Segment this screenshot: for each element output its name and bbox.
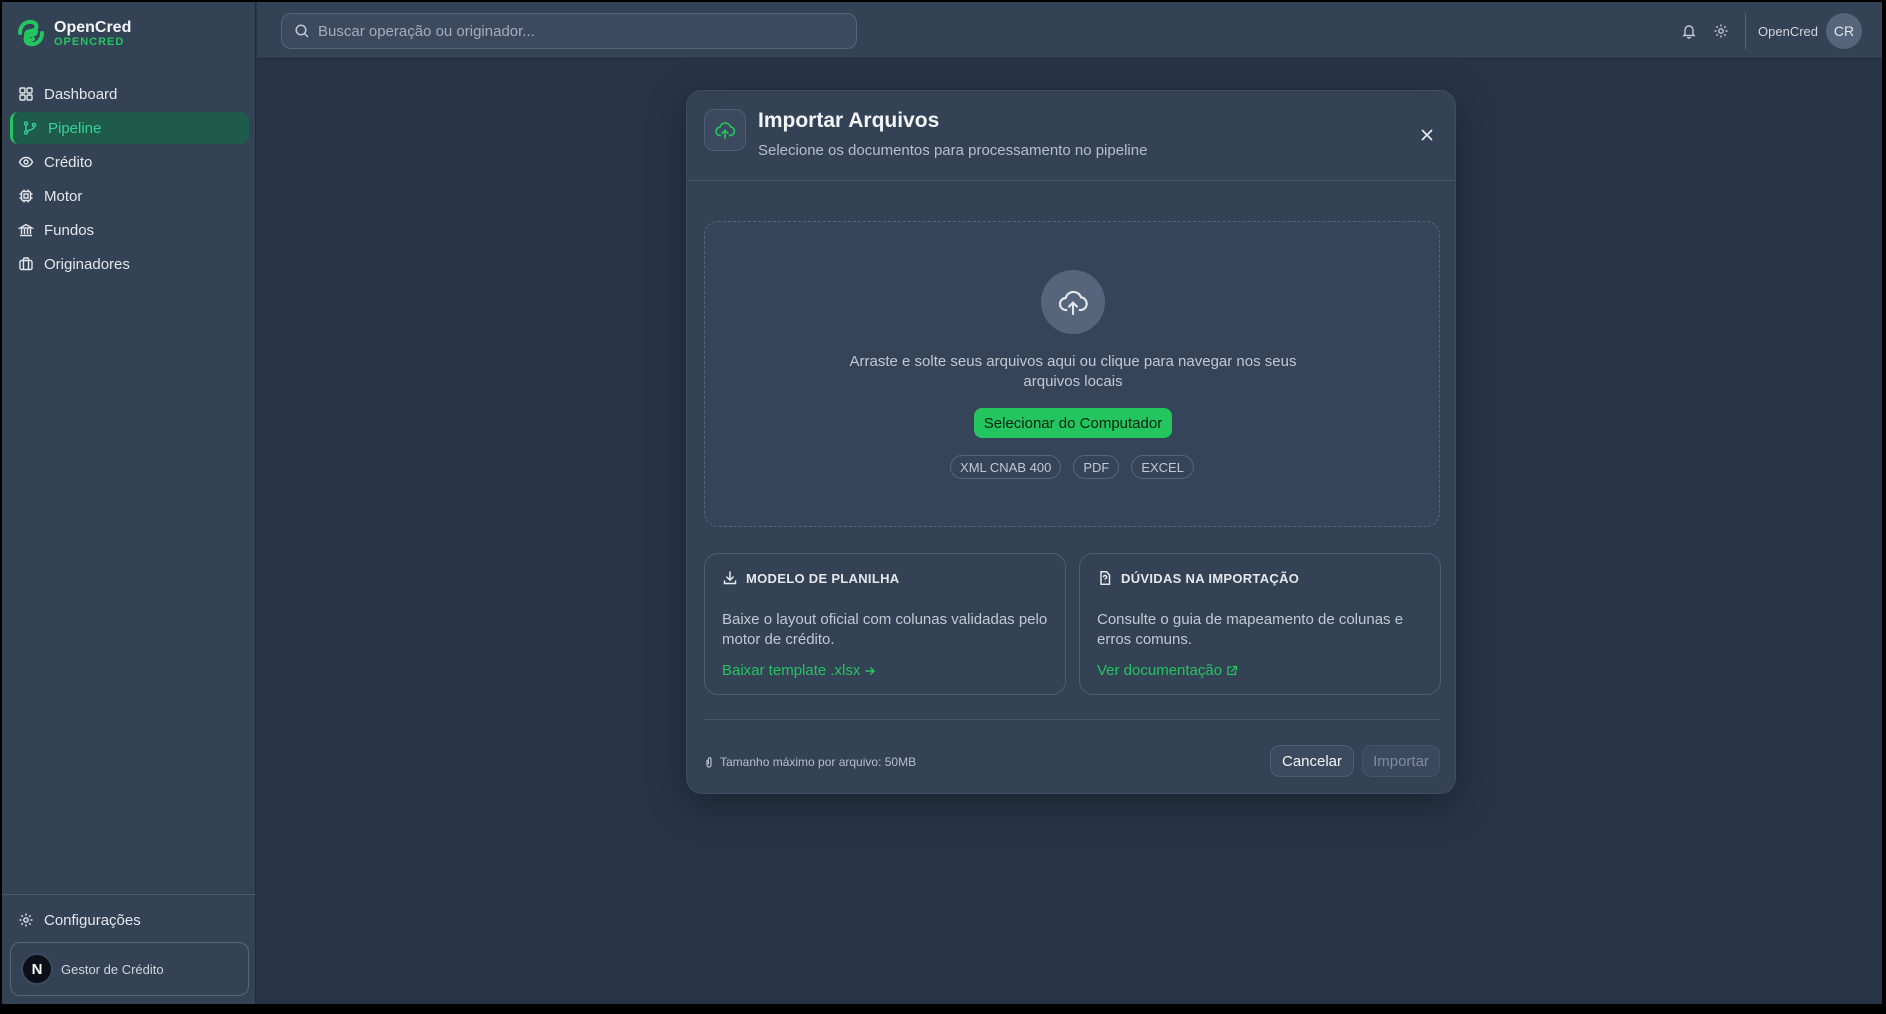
gear-icon xyxy=(19,913,33,927)
sidebar-item-fundos[interactable]: Fundos xyxy=(10,214,249,246)
modal-subtitle: Selecione os documentos para processamen… xyxy=(758,142,1148,159)
topbar-divider xyxy=(1745,13,1747,49)
format-tag-excel: EXCEL xyxy=(1131,455,1194,479)
sidebar-item-label: Pipeline xyxy=(48,119,102,137)
paperclip-icon xyxy=(706,757,712,768)
help-card-text: Consulte o guia de mapeamento de colunas… xyxy=(1097,611,1404,648)
select-from-computer-button[interactable]: Selecionar do Computador xyxy=(974,408,1172,438)
avatar: N xyxy=(21,953,53,985)
brand-subtitle: OPENCRED xyxy=(54,35,125,48)
template-card: MODELO DE PLANILHA Baixe o layout oficia… xyxy=(704,553,1066,695)
top-user-name: OpenCred xyxy=(1758,23,1818,39)
gear-icon xyxy=(1714,24,1728,38)
opencred-logo-icon xyxy=(18,19,44,47)
settings-label: Configurações xyxy=(44,911,141,929)
sidebar-settings: Configurações xyxy=(10,904,249,938)
download-template-label: Baixar template .xlsx xyxy=(722,662,861,679)
sidebar-nav: Dashboard Pipeline Crédito Motor Fundos … xyxy=(10,78,249,282)
sidebar-item-label: Motor xyxy=(44,187,83,205)
import-modal: Importar Arquivos Selecione os documento… xyxy=(686,90,1456,794)
format-tag-pdf: PDF xyxy=(1073,455,1120,479)
search-icon xyxy=(295,24,309,38)
sidebar-item-label: Fundos xyxy=(44,221,95,239)
format-tag-cnab: XML CNAB 400 xyxy=(950,455,1062,479)
close-icon xyxy=(1421,129,1433,141)
cloud-upload-icon xyxy=(1058,290,1088,316)
template-card-header: MODELO DE PLANILHA xyxy=(722,570,899,586)
git-branch-icon xyxy=(23,121,37,135)
sidebar-item-originadores[interactable]: Originadores xyxy=(10,248,249,280)
sidebar-item-label: Dashboard xyxy=(44,85,118,103)
user-avatar[interactable]: CR xyxy=(1826,13,1862,49)
topbar: OpenCred CR xyxy=(257,2,1882,59)
top-actions: OpenCred CR xyxy=(1671,12,1862,50)
settings-button[interactable] xyxy=(1707,17,1735,45)
documentation-link[interactable]: Ver documentação xyxy=(1097,662,1238,679)
sidebar-item-motor[interactable]: Motor xyxy=(10,180,249,212)
max-size-text: Tamanho máximo por arquivo: 50MB xyxy=(720,755,917,769)
download-icon xyxy=(723,571,737,585)
sidebar-item-dashboard[interactable]: Dashboard xyxy=(10,78,249,110)
document-icon xyxy=(1100,571,1111,585)
bank-icon xyxy=(18,223,34,237)
modal-title: Importar Arquivos xyxy=(758,109,940,132)
external-link-icon xyxy=(1227,665,1238,675)
arrow-right-icon xyxy=(865,666,876,675)
grid-icon xyxy=(19,87,33,101)
sidebar-item-label: Originadores xyxy=(44,255,130,273)
sidebar-item-label: Crédito xyxy=(44,153,93,171)
sidebar-item-pipeline[interactable]: Pipeline xyxy=(10,112,249,144)
template-card-title: MODELO DE PLANILHA xyxy=(746,570,900,586)
briefcase-icon xyxy=(19,257,33,271)
sidebar: OpenCred OPENCRED Dashboard Pipeline Cré… xyxy=(2,2,256,1004)
modal-icon xyxy=(704,109,746,151)
help-card-header: DÚVIDAS NA IMPORTAÇÃO xyxy=(1097,570,1299,586)
search-input[interactable] xyxy=(318,22,838,40)
cancel-button[interactable]: Cancelar xyxy=(1270,745,1354,777)
sidebar-item-credito[interactable]: Crédito xyxy=(10,146,249,178)
download-template-link[interactable]: Baixar template .xlsx xyxy=(722,662,876,679)
user-role: Gestor de Crédito xyxy=(61,961,164,977)
help-card: DÚVIDAS NA IMPORTAÇÃO Consulte o guia de… xyxy=(1079,553,1441,695)
template-card-text: Baixe o layout oficial com colunas valid… xyxy=(722,611,1048,648)
max-size-note: Tamanho máximo por arquivo: 50MB xyxy=(704,755,916,769)
search-box xyxy=(281,13,857,49)
sidebar-item-configuracoes[interactable]: Configurações xyxy=(10,904,249,936)
app-window: OpenCred OPENCRED Dashboard Pipeline Cré… xyxy=(2,2,1882,1004)
brand-name: OpenCred xyxy=(54,18,132,36)
documentation-label: Ver documentação xyxy=(1097,662,1223,679)
file-dropzone[interactable]: Arraste e solte seus arquivos aqui ou cl… xyxy=(704,221,1440,527)
footer-divider xyxy=(704,719,1440,720)
modal-header: Importar Arquivos Selecione os documento… xyxy=(687,91,1455,181)
dropzone-text: Arraste e solte seus arquivos aqui ou cl… xyxy=(849,353,1297,390)
import-button[interactable]: Importar xyxy=(1362,745,1440,777)
bell-icon xyxy=(1682,25,1696,39)
cloud-upload-icon xyxy=(715,122,736,140)
dropzone-icon xyxy=(1041,270,1105,334)
user-card[interactable]: N Gestor de Crédito xyxy=(10,942,249,996)
eye-icon xyxy=(18,156,34,168)
close-button[interactable] xyxy=(1415,123,1439,147)
brand[interactable]: OpenCred OPENCRED xyxy=(16,18,131,48)
cpu-icon xyxy=(19,189,33,203)
help-card-title: DÚVIDAS NA IMPORTAÇÃO xyxy=(1121,570,1300,586)
sidebar-divider xyxy=(2,894,256,895)
notifications-button[interactable] xyxy=(1675,17,1703,45)
format-tags: XML CNAB 400 PDF EXCEL xyxy=(705,455,1439,479)
